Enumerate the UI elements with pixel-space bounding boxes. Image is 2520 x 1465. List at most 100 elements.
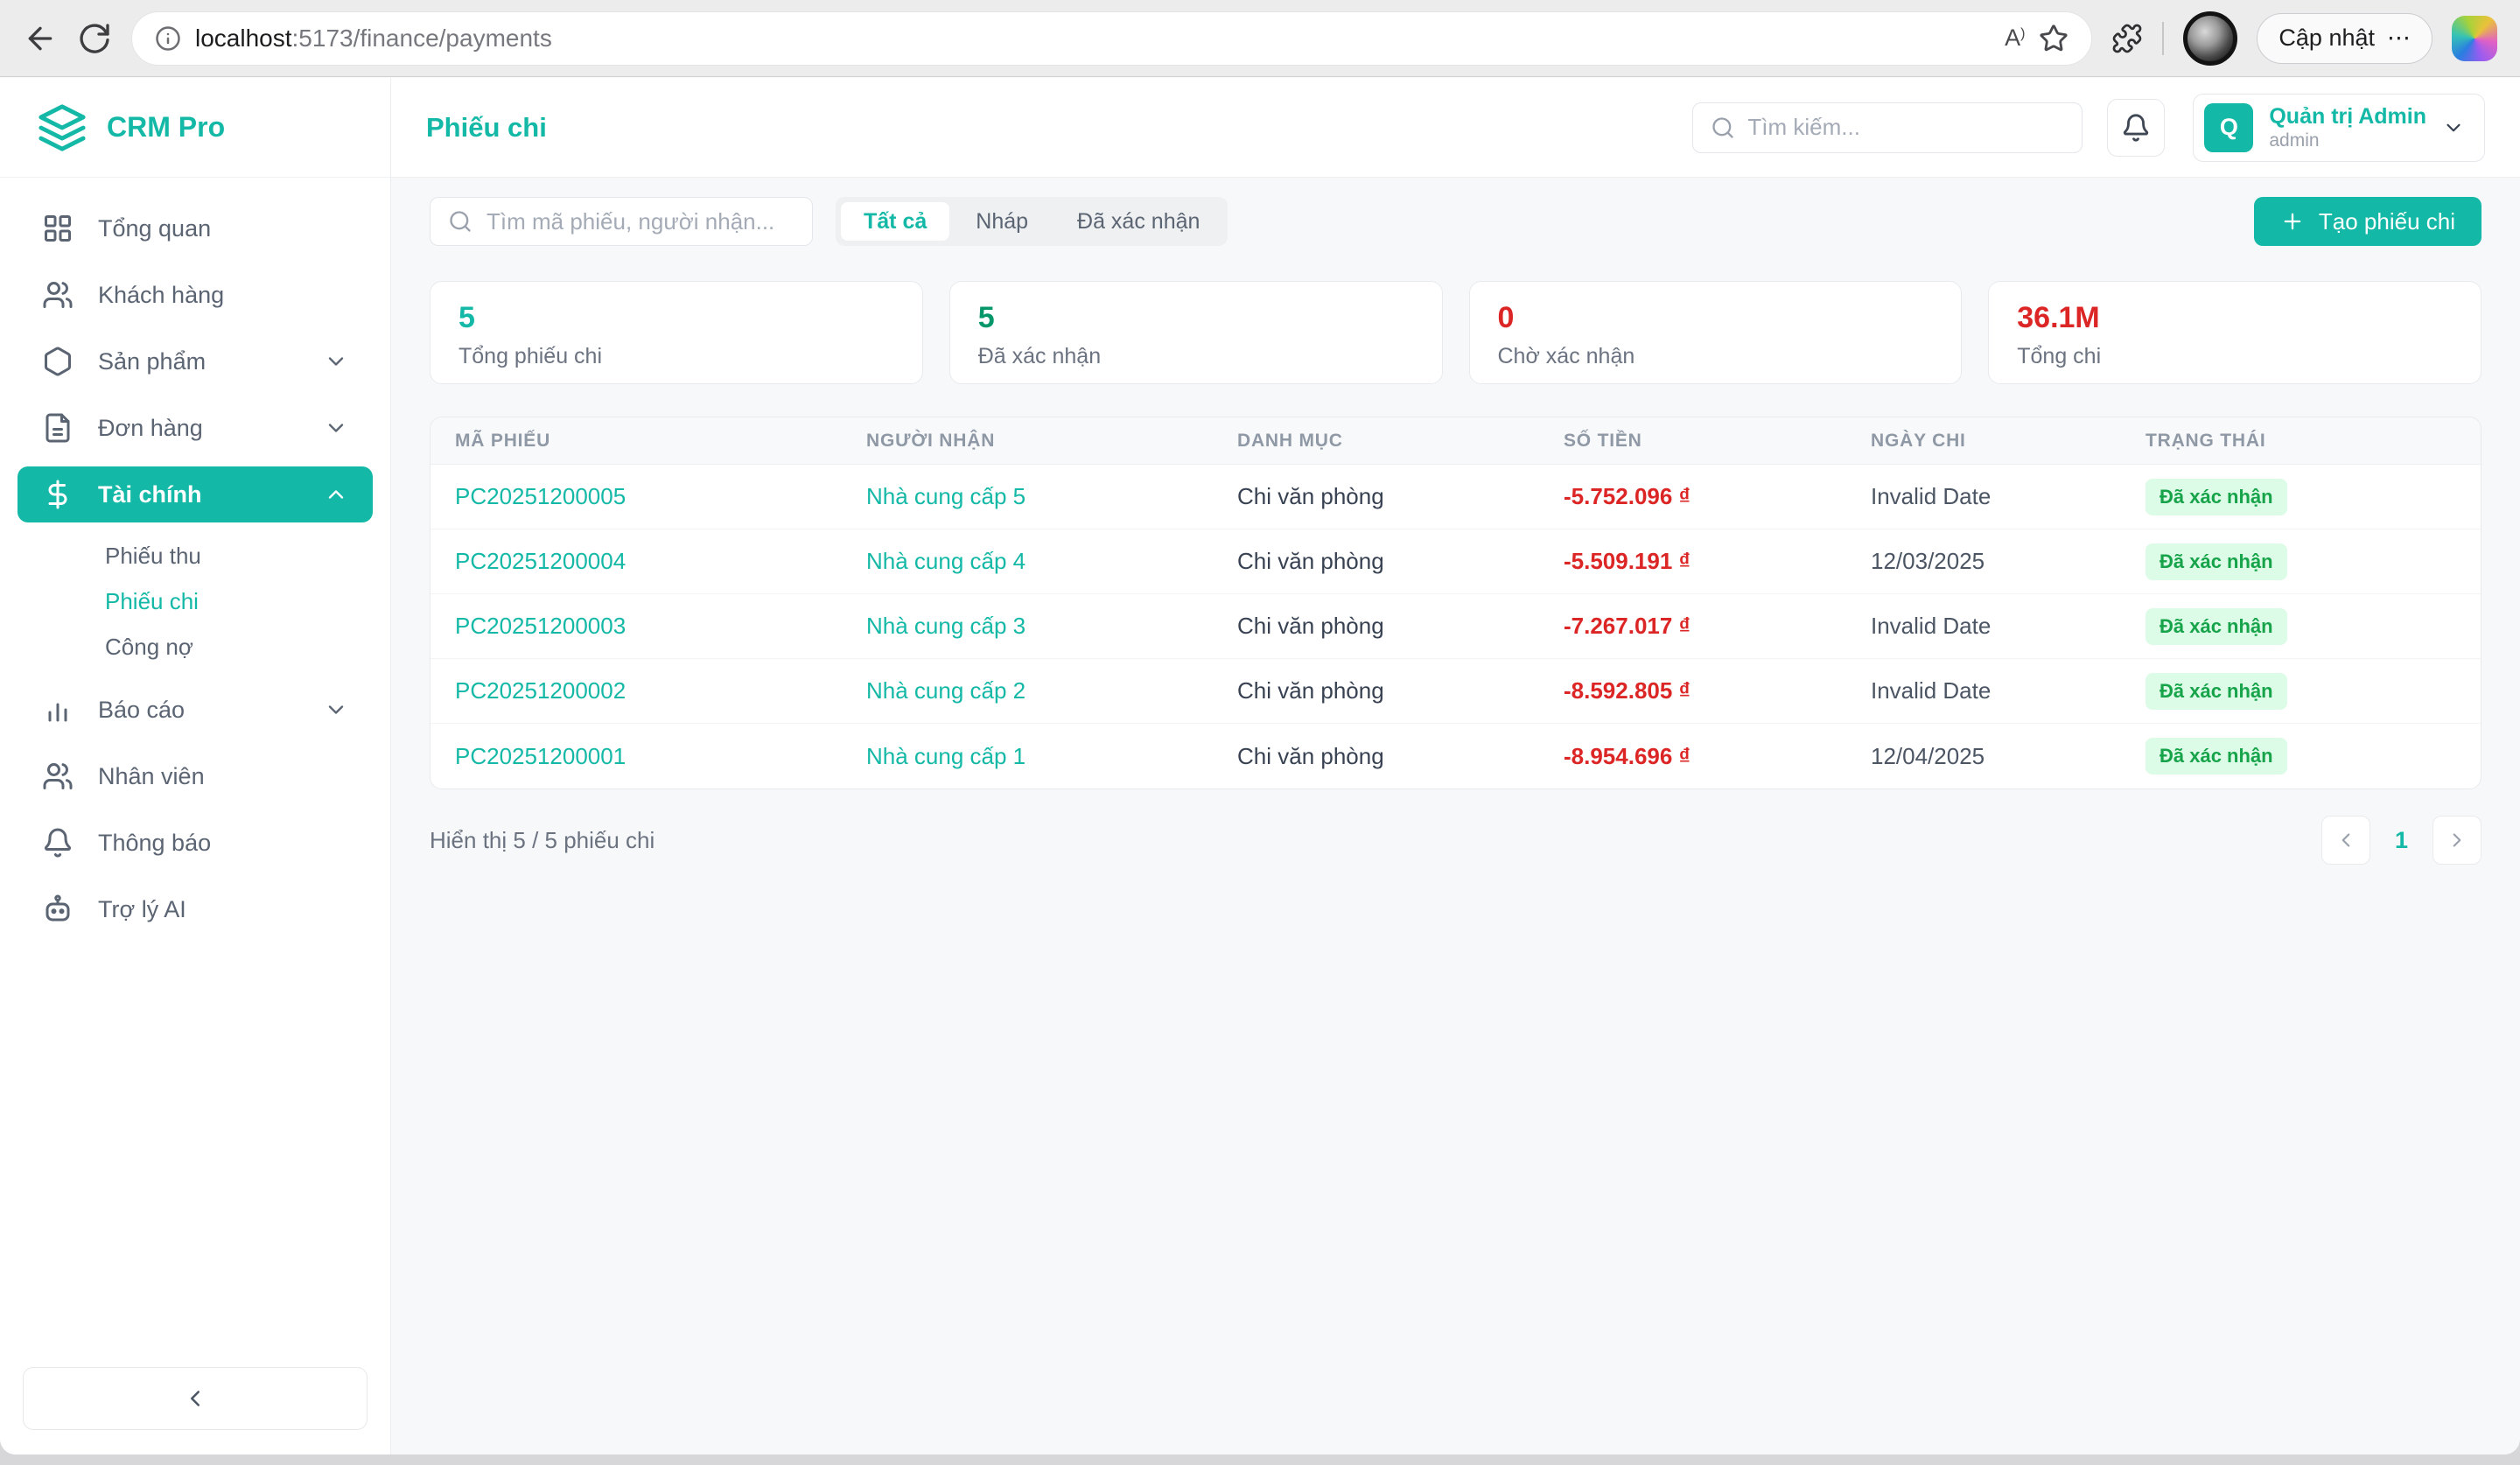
document-icon bbox=[42, 412, 74, 444]
stat-cards: 5 Tổng phiếu chi 5 Đã xác nhận 0 Chờ xác… bbox=[430, 281, 2482, 384]
stat-label: Tổng phiếu chi bbox=[458, 344, 894, 369]
dollar-icon bbox=[42, 479, 74, 510]
favorite-star-icon[interactable] bbox=[2039, 24, 2068, 53]
voucher-search-input[interactable] bbox=[486, 208, 794, 235]
sidebar-item-tong-quan[interactable]: Tổng quan bbox=[18, 200, 373, 256]
sidebar-item-san-pham[interactable]: Sản phẩm bbox=[18, 333, 373, 389]
update-label: Cập nhật bbox=[2278, 25, 2375, 52]
sidebar-item-nhan-vien[interactable]: Nhân viên bbox=[18, 748, 373, 804]
plus-icon bbox=[2280, 209, 2305, 234]
sidebar-item-tro-ly-ai[interactable]: Trợ lý AI bbox=[18, 881, 373, 937]
back-icon[interactable] bbox=[23, 21, 58, 56]
brand-logo[interactable]: CRM Pro bbox=[0, 78, 390, 178]
column-header-status: Trạng thái bbox=[2121, 431, 2481, 452]
column-header-amount: Số tiền bbox=[1539, 431, 1846, 452]
read-aloud-icon[interactable]: A) bbox=[2005, 25, 2025, 52]
vouchers-table: Mã phiếu Người nhận Danh mục Số tiền Ngà… bbox=[430, 417, 2482, 789]
next-page-button[interactable] bbox=[2432, 816, 2482, 865]
chevron-left-icon bbox=[2334, 829, 2357, 852]
browser-update-button[interactable]: Cập nhật ⋯ bbox=[2257, 13, 2432, 64]
hexagon-icon bbox=[42, 346, 74, 377]
stat-value: 36.1M bbox=[2017, 299, 2453, 337]
receiver-link[interactable]: Nhà cung cấp 4 bbox=[842, 548, 1213, 575]
filter-tab-tat-ca[interactable]: Tất cả bbox=[841, 202, 949, 241]
receiver-link[interactable]: Nhà cung cấp 1 bbox=[842, 743, 1213, 770]
chevron-down-icon bbox=[324, 416, 348, 440]
stat-value: 5 bbox=[458, 299, 894, 337]
chevron-down-icon bbox=[2442, 116, 2465, 139]
category-cell: Chi văn phòng bbox=[1213, 548, 1539, 575]
global-search-input[interactable] bbox=[1747, 114, 2064, 141]
table-row[interactable]: PC20251200001 Nhà cung cấp 1 Chi văn phò… bbox=[430, 724, 2481, 789]
amount-cell: -5.752.096 ₫ bbox=[1539, 483, 1846, 510]
voucher-search[interactable] bbox=[430, 197, 813, 246]
site-info-icon[interactable] bbox=[155, 25, 181, 52]
submenu-item-phieu-chi[interactable]: Phiếu chi bbox=[18, 578, 373, 624]
category-cell: Chi văn phòng bbox=[1213, 743, 1539, 770]
table-row[interactable]: PC20251200005 Nhà cung cấp 5 Chi văn phò… bbox=[430, 465, 2481, 529]
status-badge: Đã xác nhận bbox=[2146, 738, 2287, 775]
status-badge: Đã xác nhận bbox=[2146, 543, 2287, 580]
sidebar-item-tai-chinh[interactable]: Tài chính bbox=[18, 466, 373, 522]
receiver-link[interactable]: Nhà cung cấp 5 bbox=[842, 483, 1213, 510]
page-title: Phiếu chi bbox=[426, 112, 547, 144]
browser-chrome: localhost:5173/finance/payments A) Cập n… bbox=[0, 0, 2520, 77]
list-toolbar: Tất cả Nháp Đã xác nhận Tạo phiếu chi bbox=[430, 197, 2482, 246]
table-row[interactable]: PC20251200002 Nhà cung cấp 2 Chi văn phò… bbox=[430, 659, 2481, 724]
submenu-label: Phiếu chi bbox=[105, 588, 199, 615]
global-search[interactable] bbox=[1692, 102, 2082, 153]
column-header-category: Danh mục bbox=[1213, 431, 1539, 452]
finance-submenu: Phiếu thu Phiếu chi Công nợ bbox=[18, 533, 373, 682]
sidebar-collapse-button[interactable] bbox=[23, 1367, 368, 1430]
browser-menu-dots-icon[interactable]: ⋯ bbox=[2387, 25, 2411, 52]
submenu-item-phieu-thu[interactable]: Phiếu thu bbox=[18, 533, 373, 578]
users-icon bbox=[42, 279, 74, 311]
receiver-link[interactable]: Nhà cung cấp 2 bbox=[842, 677, 1213, 704]
bar-chart-icon bbox=[42, 694, 74, 725]
bell-icon bbox=[42, 827, 74, 859]
sidebar-item-label: Đơn hàng bbox=[98, 415, 203, 442]
date-cell: 12/04/2025 bbox=[1846, 743, 2121, 770]
date-cell: Invalid Date bbox=[1846, 613, 2121, 640]
extensions-puzzle-icon[interactable] bbox=[2111, 23, 2143, 54]
sidebar-item-label: Sản phẩm bbox=[98, 348, 206, 375]
sidebar-item-khach-hang[interactable]: Khách hàng bbox=[18, 267, 373, 323]
voucher-code-link[interactable]: PC20251200004 bbox=[430, 548, 842, 575]
voucher-code-link[interactable]: PC20251200005 bbox=[430, 483, 842, 510]
status-badge: Đã xác nhận bbox=[2146, 479, 2287, 515]
browser-profile-avatar[interactable] bbox=[2183, 11, 2237, 66]
prev-page-button[interactable] bbox=[2321, 816, 2370, 865]
create-voucher-button[interactable]: Tạo phiếu chi bbox=[2254, 197, 2482, 246]
voucher-code-link[interactable]: PC20251200003 bbox=[430, 613, 842, 640]
sidebar-item-thong-bao[interactable]: Thông báo bbox=[18, 815, 373, 871]
filter-tab-nhap[interactable]: Nháp bbox=[953, 202, 1051, 241]
sidebar-item-label: Thông báo bbox=[98, 830, 211, 857]
voucher-code-link[interactable]: PC20251200001 bbox=[430, 743, 842, 770]
sidebar-item-don-hang[interactable]: Đơn hàng bbox=[18, 400, 373, 456]
chrome-divider bbox=[2162, 22, 2164, 55]
notifications-button[interactable] bbox=[2107, 99, 2165, 157]
bell-icon bbox=[2121, 113, 2151, 143]
copilot-icon[interactable] bbox=[2452, 16, 2497, 61]
brand-name: CRM Pro bbox=[107, 111, 225, 144]
sidebar-item-bao-cao[interactable]: Báo cáo bbox=[18, 682, 373, 738]
main-area: Phiếu chi Q Quản trị Admin admin bbox=[391, 78, 2520, 1454]
search-icon bbox=[1711, 116, 1735, 140]
browser-window: localhost:5173/finance/payments A) Cập n… bbox=[0, 0, 2520, 1454]
filter-tab-da-xac-nhan[interactable]: Đã xác nhận bbox=[1054, 202, 1222, 241]
table-row[interactable]: PC20251200003 Nhà cung cấp 3 Chi văn phò… bbox=[430, 594, 2481, 659]
submenu-item-cong-no[interactable]: Công nợ bbox=[18, 624, 373, 669]
status-cell: Đã xác nhận bbox=[2121, 673, 2481, 710]
filter-tabs: Tất cả Nháp Đã xác nhận bbox=[836, 197, 1228, 246]
url-text: localhost:5173/finance/payments bbox=[195, 25, 552, 53]
voucher-code-link[interactable]: PC20251200002 bbox=[430, 677, 842, 704]
user-menu[interactable]: Q Quản trị Admin admin bbox=[2193, 94, 2485, 162]
create-voucher-label: Tạo phiếu chi bbox=[2319, 208, 2455, 235]
reload-icon[interactable] bbox=[77, 21, 112, 56]
table-row[interactable]: PC20251200004 Nhà cung cấp 4 Chi văn phò… bbox=[430, 529, 2481, 594]
receiver-link[interactable]: Nhà cung cấp 3 bbox=[842, 613, 1213, 640]
status-badge: Đã xác nhận bbox=[2146, 608, 2287, 645]
sidebar-item-label: Khách hàng bbox=[98, 282, 224, 309]
address-bar[interactable]: localhost:5173/finance/payments A) bbox=[131, 11, 2092, 66]
stat-value: 0 bbox=[1498, 299, 1934, 337]
